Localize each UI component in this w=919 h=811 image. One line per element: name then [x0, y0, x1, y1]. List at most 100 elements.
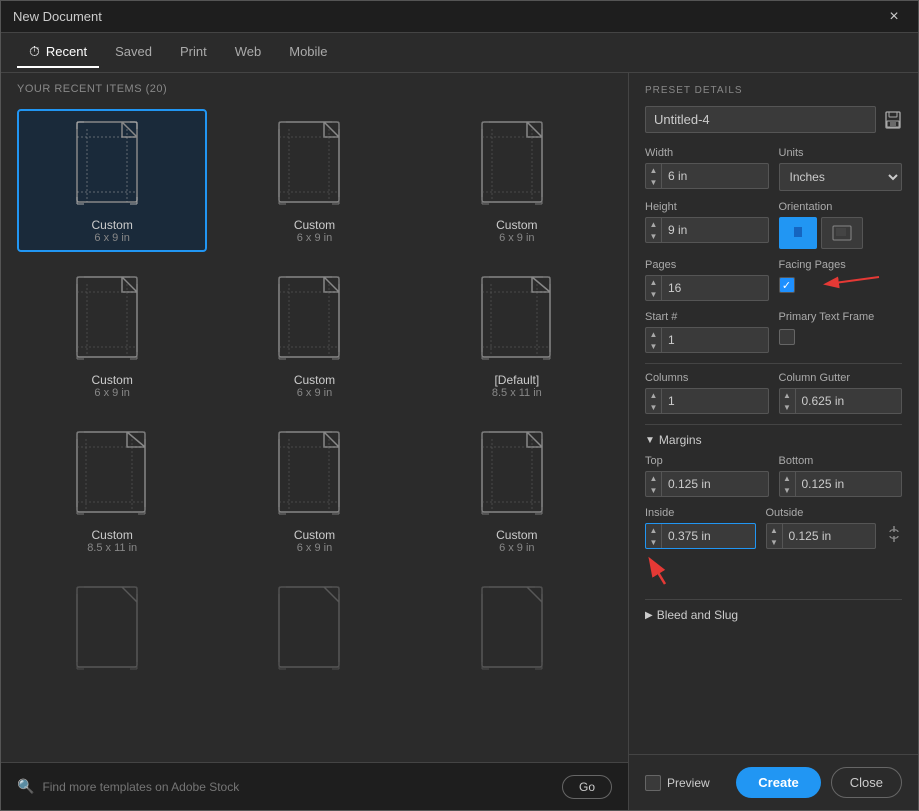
- preset-name-row: [645, 106, 902, 133]
- bottom-input[interactable]: [796, 473, 902, 495]
- height-up-button[interactable]: ▲: [646, 218, 661, 230]
- inside-input[interactable]: [662, 525, 755, 547]
- column-gutter-input[interactable]: [796, 390, 902, 412]
- inside-up-button[interactable]: ▲: [646, 524, 661, 536]
- tab-mobile[interactable]: Mobile: [277, 38, 339, 67]
- top-up-button[interactable]: ▲: [646, 472, 661, 484]
- pages-down-button[interactable]: ▼: [646, 288, 661, 300]
- portrait-button[interactable]: [779, 217, 817, 249]
- go-button[interactable]: Go: [562, 775, 612, 799]
- primary-text-frame-label: Primary Text Frame: [779, 311, 903, 323]
- template-item[interactable]: Custom 6 x 9 in: [219, 264, 409, 407]
- start-label: Start #: [645, 311, 769, 323]
- bottom-bar: Preview Create Close: [629, 754, 918, 810]
- outside-up-button[interactable]: ▲: [767, 524, 782, 536]
- tab-recent[interactable]: ⏱ Recent: [17, 37, 99, 68]
- template-item[interactable]: Custom 6 x 9 in: [17, 109, 207, 252]
- close-button[interactable]: Close: [831, 767, 902, 798]
- pages-label: Pages: [645, 259, 769, 271]
- link-margins-button[interactable]: [886, 524, 902, 547]
- template-size: 6 x 9 in: [297, 542, 332, 554]
- height-input[interactable]: [662, 219, 768, 241]
- template-name: [Default]: [494, 373, 539, 387]
- tab-saved[interactable]: Saved: [103, 38, 164, 67]
- template-item[interactable]: [Default] 8.5 x 11 in: [422, 264, 612, 407]
- column-gutter-group: Column Gutter ▲ ▼: [779, 372, 903, 414]
- inside-outside-row: Inside ▲ ▼: [645, 507, 902, 549]
- start-up-button[interactable]: ▲: [646, 328, 661, 340]
- create-button[interactable]: Create: [736, 767, 820, 798]
- doc-icon: [477, 582, 557, 677]
- columns-input[interactable]: [662, 390, 768, 412]
- search-icon: 🔍: [17, 778, 34, 795]
- columns-input-wrap: ▲ ▼: [645, 388, 769, 414]
- preset-name-input[interactable]: [645, 106, 876, 133]
- top-bottom-row: Top ▲ ▼ Bottom ▲: [645, 455, 902, 497]
- template-item[interactable]: [422, 574, 612, 691]
- close-dialog-button[interactable]: ×: [882, 5, 906, 29]
- save-preset-button[interactable]: [884, 111, 902, 129]
- outside-group: Outside ▲ ▼: [766, 507, 877, 549]
- pages-input[interactable]: [662, 277, 768, 299]
- margins-label: Margins: [659, 433, 702, 447]
- doc-icon: [72, 272, 152, 367]
- width-spinners: ▲ ▼: [646, 164, 662, 188]
- width-group: Width ▲ ▼: [645, 147, 769, 191]
- template-name: Custom: [91, 373, 132, 387]
- columns-up-button[interactable]: ▲: [646, 389, 661, 401]
- top-down-button[interactable]: ▼: [646, 484, 661, 496]
- height-label: Height: [645, 201, 769, 213]
- column-gutter-input-wrap: ▲ ▼: [779, 388, 903, 414]
- doc-icon: [477, 427, 557, 522]
- right-panel: PRESET DETAILS: [628, 73, 918, 810]
- template-item[interactable]: Custom 8.5 x 11 in: [17, 419, 207, 562]
- preset-section-label: PRESET DETAILS: [645, 85, 902, 96]
- start-down-button[interactable]: ▼: [646, 340, 661, 352]
- search-bar: 🔍 Go: [1, 762, 628, 810]
- facing-pages-checkbox[interactable]: ✓: [779, 277, 795, 293]
- pages-facing-row: Pages ▲ ▼ Facing Pages: [645, 259, 902, 301]
- tabs-bar: ⏱ Recent Saved Print Web Mobile: [1, 33, 918, 73]
- margins-header[interactable]: ▼ Margins: [645, 433, 902, 447]
- template-item[interactable]: Custom 6 x 9 in: [17, 264, 207, 407]
- outside-label: Outside: [766, 507, 877, 519]
- height-group: Height ▲ ▼: [645, 201, 769, 249]
- width-input[interactable]: [662, 165, 768, 187]
- template-item[interactable]: Custom 6 x 9 in: [219, 109, 409, 252]
- template-item[interactable]: Custom 6 x 9 in: [219, 419, 409, 562]
- top-group: Top ▲ ▼: [645, 455, 769, 497]
- tab-print[interactable]: Print: [168, 38, 219, 67]
- tab-web[interactable]: Web: [223, 38, 274, 67]
- height-orientation-row: Height ▲ ▼ Orientation: [645, 201, 902, 249]
- width-label: Width: [645, 147, 769, 159]
- landscape-button[interactable]: [821, 217, 863, 249]
- template-item[interactable]: Custom 6 x 9 in: [422, 419, 612, 562]
- columns-down-button[interactable]: ▼: [646, 401, 661, 413]
- template-item[interactable]: [219, 574, 409, 691]
- inside-group: Inside ▲ ▼: [645, 507, 756, 549]
- outside-down-button[interactable]: ▼: [767, 536, 782, 548]
- bleed-slug-header[interactable]: ▶ Bleed and Slug: [645, 608, 902, 622]
- template-item[interactable]: [17, 574, 207, 691]
- width-up-button[interactable]: ▲: [646, 164, 661, 176]
- template-item[interactable]: Custom 6 x 9 in: [422, 109, 612, 252]
- bottom-group: Bottom ▲ ▼: [779, 455, 903, 497]
- width-down-button[interactable]: ▼: [646, 176, 661, 188]
- bottom-up-button[interactable]: ▲: [780, 472, 795, 484]
- gutter-down-button[interactable]: ▼: [780, 401, 795, 413]
- pages-up-button[interactable]: ▲: [646, 276, 661, 288]
- start-input[interactable]: [662, 329, 768, 351]
- inside-down-button[interactable]: ▼: [646, 536, 661, 548]
- preview-checkbox[interactable]: [645, 775, 661, 791]
- facing-pages-label: Facing Pages: [779, 259, 903, 271]
- chevron-right-icon: ▶: [645, 610, 653, 621]
- primary-text-frame-checkbox[interactable]: [779, 329, 795, 345]
- bottom-down-button[interactable]: ▼: [780, 484, 795, 496]
- width-input-wrap: ▲ ▼: [645, 163, 769, 189]
- height-down-button[interactable]: ▼: [646, 230, 661, 242]
- search-input[interactable]: [42, 780, 554, 794]
- units-select[interactable]: Inches Millimeters Centimeters Points Pi…: [779, 163, 903, 191]
- outside-input[interactable]: [783, 525, 876, 547]
- gutter-up-button[interactable]: ▲: [780, 389, 795, 401]
- top-input[interactable]: [662, 473, 768, 495]
